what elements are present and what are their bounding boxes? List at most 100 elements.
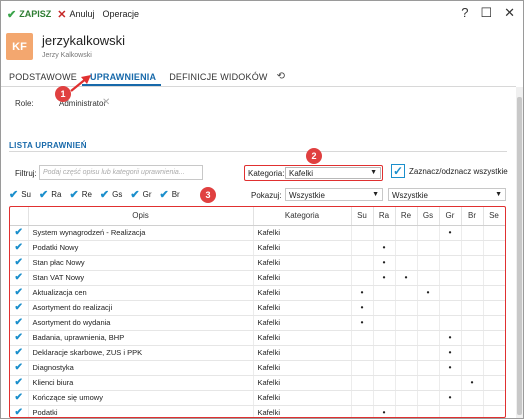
column-filter-br[interactable]: ✔ Br	[159, 188, 179, 201]
cell-flag[interactable]	[417, 315, 440, 331]
cell-flag[interactable]	[461, 390, 484, 406]
row-checkbox[interactable]: ✔	[10, 255, 29, 271]
cell-flag[interactable]	[351, 390, 374, 406]
table-row[interactable]: ✔ Asortyment do realizacji Kafelki •	[10, 300, 505, 316]
remove-role-icon[interactable]: ✕	[102, 97, 110, 108]
cell-flag[interactable]	[483, 285, 505, 301]
cell-flag[interactable]	[351, 345, 374, 361]
table-row[interactable]: ✔ Podatki Kafelki •	[10, 405, 505, 417]
table-row[interactable]: ✔ Kończące się umowy Kafelki •	[10, 390, 505, 406]
row-checkbox[interactable]: ✔	[10, 270, 29, 286]
cell-flag[interactable]	[395, 225, 418, 241]
cell-flag[interactable]: •	[439, 360, 462, 376]
cell-flag[interactable]	[439, 240, 462, 256]
cell-flag[interactable]: •	[373, 405, 396, 417]
cell-flag[interactable]: •	[439, 330, 462, 346]
row-checkbox[interactable]: ✔	[10, 375, 29, 391]
cell-flag[interactable]	[439, 270, 462, 286]
cell-flag[interactable]	[417, 270, 440, 286]
filter-input[interactable]: Podaj część opisu lub kategorii uprawnie…	[39, 165, 203, 180]
cell-flag[interactable]	[461, 225, 484, 241]
row-checkbox[interactable]: ✔	[10, 225, 29, 241]
row-checkbox[interactable]: ✔	[10, 390, 29, 406]
cell-flag[interactable]: •	[439, 345, 462, 361]
cell-flag[interactable]	[351, 375, 374, 391]
scrollbar-thumb[interactable]	[517, 97, 522, 415]
secondary-select[interactable]: Wszystkie ▼	[388, 188, 506, 201]
cell-flag[interactable]	[439, 255, 462, 271]
cell-flag[interactable]	[373, 315, 396, 331]
column-header-kategoria[interactable]: Kategoria	[253, 207, 352, 226]
cell-flag[interactable]	[351, 225, 374, 241]
cell-flag[interactable]	[351, 405, 374, 417]
cell-flag[interactable]	[351, 270, 374, 286]
cell-flag[interactable]	[461, 285, 484, 301]
row-checkbox[interactable]: ✔	[10, 300, 29, 316]
column-header-su[interactable]: Su	[351, 207, 374, 226]
cell-flag[interactable]	[395, 255, 418, 271]
table-row[interactable]: ✔ Aktualizacja cen Kafelki • •	[10, 285, 505, 301]
table-row[interactable]: ✔ Badania, uprawnienia, BHP Kafelki •	[10, 330, 505, 346]
cell-flag[interactable]	[395, 300, 418, 316]
cell-flag[interactable]	[461, 240, 484, 256]
column-filter-gr[interactable]: ✔ Gr	[130, 188, 151, 201]
cell-flag[interactable]	[461, 345, 484, 361]
cell-flag[interactable]	[417, 300, 440, 316]
cell-flag[interactable]: •	[395, 270, 418, 286]
cell-flag[interactable]	[373, 345, 396, 361]
cell-flag[interactable]	[483, 405, 505, 417]
cell-flag[interactable]	[417, 390, 440, 406]
cell-flag[interactable]	[483, 300, 505, 316]
cell-flag[interactable]	[483, 315, 505, 331]
cell-flag[interactable]: •	[351, 300, 374, 316]
column-header-br[interactable]: Br	[461, 207, 484, 226]
operations-menu[interactable]: Operacje	[102, 9, 139, 19]
row-checkbox[interactable]: ✔	[10, 345, 29, 361]
cell-flag[interactable]	[417, 330, 440, 346]
close-icon[interactable]: ✕	[504, 5, 515, 21]
cell-flag[interactable]: •	[417, 285, 440, 301]
cell-flag[interactable]: •	[461, 375, 484, 391]
cell-flag[interactable]	[373, 285, 396, 301]
column-filter-gs[interactable]: ✔ Gs	[100, 188, 122, 201]
cell-flag[interactable]	[439, 285, 462, 301]
cell-flag[interactable]	[483, 225, 505, 241]
column-header-re[interactable]: Re	[395, 207, 418, 226]
cell-flag[interactable]	[439, 300, 462, 316]
cell-flag[interactable]: •	[351, 285, 374, 301]
save-button[interactable]: ✔ ZAPISZ	[7, 8, 51, 21]
tab-definicje-widokow[interactable]: DEFINICJE WIDOKÓW	[161, 72, 272, 86]
maximize-icon[interactable]: ☐	[480, 5, 492, 21]
cell-flag[interactable]	[373, 390, 396, 406]
cell-flag[interactable]	[395, 330, 418, 346]
cell-flag[interactable]	[439, 405, 462, 417]
row-checkbox[interactable]: ✔	[10, 330, 29, 346]
cell-flag[interactable]	[439, 375, 462, 391]
table-row[interactable]: ✔ Klienci biura Kafelki •	[10, 375, 505, 391]
cell-flag[interactable]: •	[373, 270, 396, 286]
cell-flag[interactable]	[351, 360, 374, 376]
cell-flag[interactable]	[461, 255, 484, 271]
category-select[interactable]: Kafelki ▼	[285, 167, 381, 179]
column-header-ra[interactable]: Ra	[373, 207, 396, 226]
column-filter-su[interactable]: ✔ Su	[9, 188, 31, 201]
cell-flag[interactable]	[395, 285, 418, 301]
cell-flag[interactable]	[483, 255, 505, 271]
cell-flag[interactable]	[417, 240, 440, 256]
column-header-se[interactable]: Se	[483, 207, 505, 226]
toggle-all-checkbox[interactable]: ✓ Zaznacz/odznacz wszystkie	[391, 164, 508, 178]
cell-flag[interactable]	[351, 330, 374, 346]
cell-flag[interactable]: •	[373, 255, 396, 271]
cell-flag[interactable]	[483, 270, 505, 286]
tab-uprawnienia[interactable]: UPRAWNIENIA	[82, 72, 162, 86]
cell-flag[interactable]	[373, 375, 396, 391]
cell-flag[interactable]	[417, 225, 440, 241]
cell-flag[interactable]	[395, 360, 418, 376]
cell-flag[interactable]	[483, 390, 505, 406]
cell-flag[interactable]	[395, 405, 418, 417]
table-row[interactable]: ✔ Deklaracje skarbowe, ZUS i PPK Kafelki •	[10, 345, 505, 361]
vertical-scrollbar[interactable]	[516, 87, 523, 418]
cell-flag[interactable]: •	[351, 315, 374, 331]
cell-flag[interactable]	[395, 375, 418, 391]
cell-flag[interactable]	[461, 270, 484, 286]
